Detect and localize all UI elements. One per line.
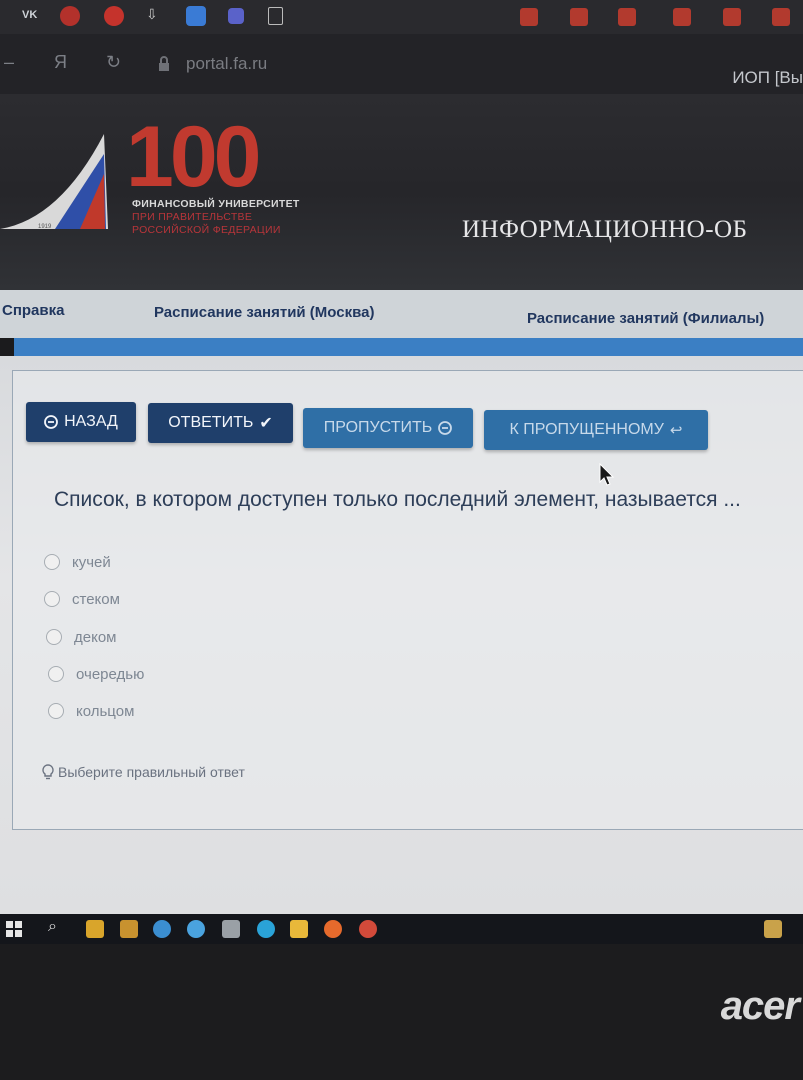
yandex-icon[interactable]: Я xyxy=(54,52,67,73)
mail-icon[interactable] xyxy=(222,920,240,938)
back-button-label: НАЗАД xyxy=(64,413,118,430)
lock-icon xyxy=(159,56,169,71)
lightbulb-icon xyxy=(42,764,54,780)
emblem-year: 1919 xyxy=(38,224,52,230)
bookmark-red-icon[interactable] xyxy=(60,6,80,26)
laptop-bezel xyxy=(0,944,803,1080)
accent-strip xyxy=(14,338,803,356)
answer-option[interactable]: очередью xyxy=(48,664,144,684)
windows-start-icon[interactable] xyxy=(6,921,22,937)
radio-button[interactable] xyxy=(48,703,64,719)
document-icon[interactable] xyxy=(268,7,283,25)
bookmarks-bar: VK ⇩ xyxy=(0,0,803,34)
drive-icon[interactable] xyxy=(290,920,308,938)
question-text: Список, в котором доступен только послед… xyxy=(54,488,741,511)
acer-logo: acer xyxy=(720,984,800,1028)
logo-line-2: ПРИ ПРАВИТЕЛЬСТВЕ xyxy=(132,211,253,223)
site-title: ИНФОРМАЦИОННО-ОБ xyxy=(462,216,748,243)
cloud-icon[interactable] xyxy=(186,6,206,26)
address-bar: – Я ↻ portal.fa.ru ИОП [Вы xyxy=(0,34,803,94)
bookmark-icon[interactable] xyxy=(723,8,741,26)
logo-100: 100 xyxy=(126,109,261,205)
mouse-cursor-icon xyxy=(599,463,615,486)
window-title: ИОП [Вы xyxy=(732,68,803,87)
logo-line-1: ФИНАНСОВЫЙ УНИВЕРСИТЕТ xyxy=(132,198,300,210)
circle-minus-icon xyxy=(438,421,453,435)
answer-option[interactable]: кучей xyxy=(44,552,111,572)
skip-button-label: ПРОПУСТИТЬ xyxy=(323,419,433,436)
back-button[interactable]: НАЗАД xyxy=(26,402,136,442)
telegram-icon[interactable] xyxy=(257,920,275,938)
option-label: кольцом xyxy=(76,702,135,720)
url-text[interactable]: portal.fa.ru xyxy=(186,54,267,74)
option-label: кучей xyxy=(72,553,111,571)
bookmark-icon[interactable] xyxy=(570,8,588,26)
hint: Выберите правильный ответ xyxy=(42,764,245,780)
nav-item-schedule-moscow[interactable]: Расписание занятий (Москва) xyxy=(154,304,374,321)
file-explorer-icon[interactable] xyxy=(86,920,104,938)
option-label: деком xyxy=(74,628,117,646)
bookmark-icon[interactable] xyxy=(618,8,636,26)
answer-option[interactable]: стеком xyxy=(44,589,120,609)
firefox-icon[interactable] xyxy=(324,920,342,938)
bookmark-icon[interactable] xyxy=(772,8,790,26)
nav-item-schedule-branches[interactable]: Расписание занятий (Филиалы) xyxy=(527,310,764,327)
radio-button[interactable] xyxy=(44,554,60,570)
top-nav: Справка Расписание занятий (Москва) Расп… xyxy=(0,290,803,338)
bookmark-apple-icon[interactable] xyxy=(104,6,124,26)
taskbar: ⌕ xyxy=(0,914,803,944)
radio-button[interactable] xyxy=(46,629,62,645)
option-label: очередью xyxy=(76,665,145,683)
yandex-browser-icon[interactable] xyxy=(359,920,377,938)
tray-icon[interactable] xyxy=(764,920,782,938)
to-skipped-button[interactable]: К ПРОПУЩЕННОМУ ↩ xyxy=(484,410,708,450)
radio-button[interactable] xyxy=(48,666,64,682)
nav-item-help[interactable]: Справка xyxy=(2,302,64,319)
store-icon[interactable] xyxy=(120,920,138,938)
back-arrow-icon[interactable]: – xyxy=(4,52,14,73)
hint-text: Выберите правильный ответ xyxy=(58,764,245,780)
radio-button[interactable] xyxy=(44,591,60,607)
circle-left-icon xyxy=(44,415,59,429)
app-icon[interactable] xyxy=(187,920,205,938)
vk-bookmark-icon[interactable]: VK xyxy=(22,9,37,29)
site-header: 1919 100 ФИНАНСОВЫЙ УНИВЕРСИТЕТ ПРИ ПРАВ… xyxy=(0,94,803,290)
university-emblem-icon: 1919 xyxy=(0,134,108,230)
logo-line-3: РОССИЙСКОЙ ФЕДЕРАЦИИ xyxy=(132,224,281,236)
download-icon[interactable]: ⇩ xyxy=(146,6,166,26)
answer-button[interactable]: ОТВЕТИТЬ ✔ xyxy=(148,403,293,443)
skip-button[interactable]: ПРОПУСТИТЬ xyxy=(303,408,473,448)
answer-option[interactable]: деком xyxy=(46,627,116,647)
option-label: стеком xyxy=(72,590,120,608)
grid-icon[interactable] xyxy=(228,8,244,24)
search-icon[interactable]: ⌕ xyxy=(48,918,57,936)
answer-option[interactable]: кольцом xyxy=(48,701,134,721)
edge-icon[interactable] xyxy=(153,920,171,938)
reload-icon[interactable]: ↻ xyxy=(106,52,121,73)
to-skipped-button-label: К ПРОПУЩЕННОМУ xyxy=(509,421,664,438)
reply-arrow-icon: ↩ xyxy=(669,422,683,439)
bookmark-icon[interactable] xyxy=(520,8,538,26)
check-icon: ✔ xyxy=(259,415,273,432)
answer-button-label: ОТВЕТИТЬ xyxy=(168,414,254,431)
bookmark-icon[interactable] xyxy=(673,8,691,26)
